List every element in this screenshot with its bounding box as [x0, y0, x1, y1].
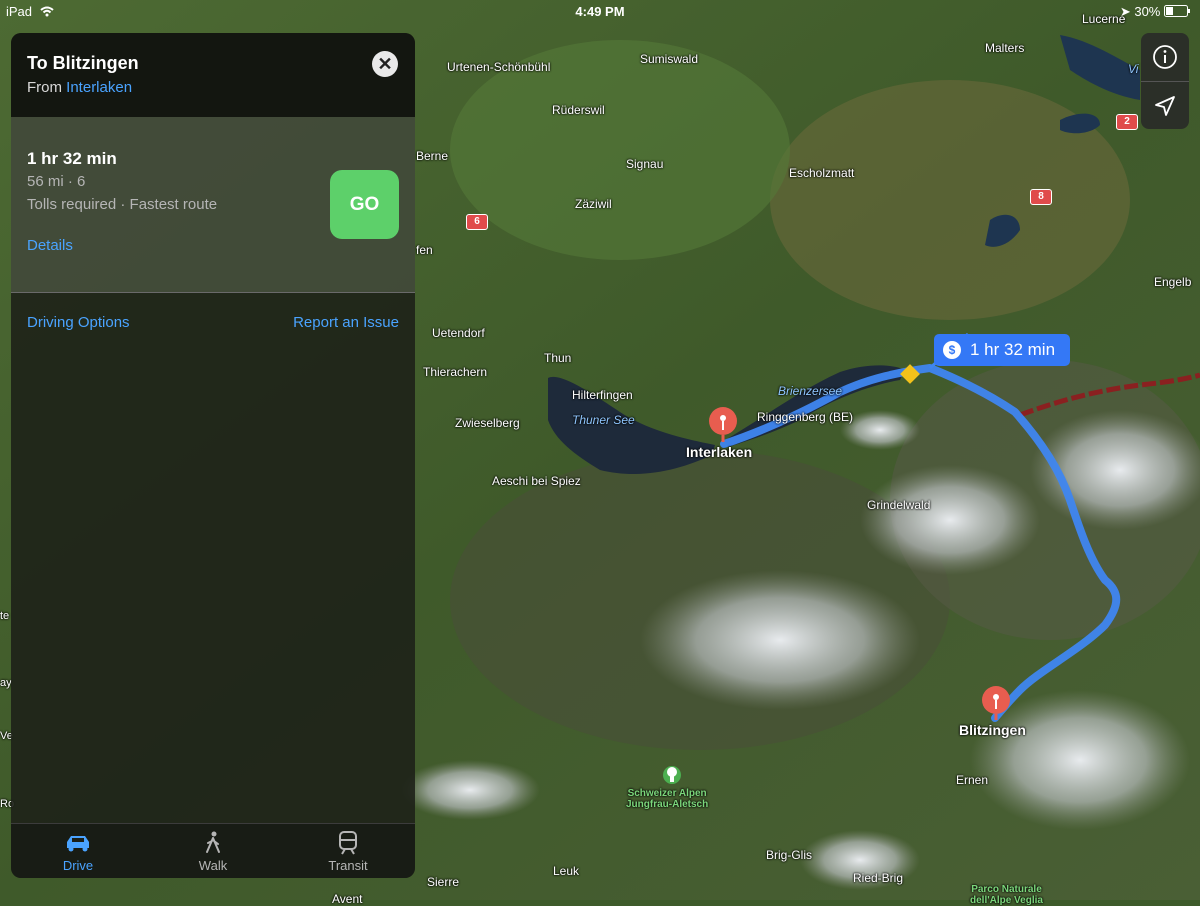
place-label: Signau [626, 157, 664, 171]
route-notes: Tolls required · Fastest route [27, 196, 218, 213]
city-label-blitzingen[interactable]: Blitzingen [959, 722, 1026, 738]
tab-drive[interactable]: Drive [11, 830, 145, 873]
route-callout-label: 1 hr 32 min [970, 340, 1056, 359]
train-icon [339, 831, 357, 855]
water-label: Vi [1128, 62, 1139, 76]
directions-header: To Blitzingen From Interlaken ✕ [11, 33, 415, 117]
close-icon: ✕ [377, 54, 393, 74]
transport-mode-tabs: Drive Walk Transit [11, 823, 415, 878]
info-icon [1153, 45, 1177, 69]
place-label-fragment: te [0, 610, 10, 622]
route-time-callout[interactable]: $ 1 hr 32 min [934, 334, 1070, 366]
walk-icon [206, 831, 220, 853]
place-label: Ernen [956, 773, 989, 787]
place-label: Malters [985, 41, 1025, 55]
place-label: Grindelwald [867, 498, 931, 512]
place-label: Leuk [553, 864, 580, 878]
place-label-fragment: ay [0, 677, 12, 689]
place-label: Thierachern [423, 365, 488, 379]
status-bar: iPad 4:49 PM ➤ 30% [0, 0, 1200, 22]
location-arrow-icon [1155, 96, 1175, 116]
route-duration: 1 hr 32 min [27, 149, 117, 168]
directions-panel: To Blitzingen From Interlaken ✕ 1 hr 32 … [11, 33, 415, 878]
destination-title: To Blitzingen [27, 53, 139, 73]
road-shield: 8 [1030, 189, 1052, 205]
go-button[interactable]: GO [330, 170, 399, 239]
tab-walk[interactable]: Walk [146, 830, 280, 873]
clock: 4:49 PM [575, 4, 625, 19]
place-label: Thun [544, 351, 572, 365]
locate-button[interactable] [1141, 82, 1189, 130]
info-button[interactable] [1141, 33, 1189, 81]
park-tree-icon [663, 766, 681, 784]
place-label: Ringgenberg (BE) [757, 410, 854, 424]
car-icon [67, 836, 89, 852]
close-button[interactable]: ✕ [372, 51, 398, 77]
place-label: Urtenen-Schönbühl [447, 60, 551, 74]
place-label: Hilterfingen [572, 388, 633, 402]
route-option[interactable]: 1 hr 32 min 56 mi · 6 Tolls required · F… [11, 117, 415, 293]
place-label-fragment: fen [416, 243, 433, 257]
place-label: Zäziwil [575, 197, 612, 211]
from-label: From [27, 79, 62, 96]
place-label: Berne [416, 149, 449, 163]
park-label: Parco Naturale dell'Alpe Veglia [970, 884, 1043, 906]
place-label: Rüderswil [552, 103, 605, 117]
city-label-interlaken[interactable]: Interlaken [686, 444, 752, 460]
place-label: Engelb [1154, 275, 1192, 289]
battery-icon [1164, 5, 1190, 17]
road-shield: 2 [1116, 114, 1138, 130]
battery-status: ➤ 30% [1120, 4, 1192, 20]
origin-link[interactable]: Interlaken [66, 79, 132, 96]
driving-options-link[interactable]: Driving Options [27, 314, 130, 331]
route-distance: 56 mi · 6 [27, 173, 86, 190]
road-shield: 6 [466, 214, 488, 230]
place-label: Brig-Glis [766, 848, 813, 862]
place-label: Avent [332, 892, 363, 906]
report-issue-link[interactable]: Report an Issue [293, 314, 399, 331]
water-label: Thuner See [572, 413, 635, 427]
toll-dollar-icon: $ [943, 341, 961, 359]
place-label: Sierre [427, 875, 460, 889]
map-controls [1141, 33, 1189, 129]
divider [11, 292, 415, 293]
place-label: Escholzmatt [789, 166, 855, 180]
place-label: Ried-Brig [853, 871, 904, 885]
park-label: Schweizer Alpen Jungfrau-Aletsch [626, 788, 709, 810]
tab-transit[interactable]: Transit [281, 830, 415, 873]
details-link[interactable]: Details [27, 237, 73, 254]
place-label: Sumiswald [640, 52, 699, 66]
place-label: Zwieselberg [455, 416, 520, 430]
place-label: Aeschi bei Spiez [492, 474, 581, 488]
location-arrow-icon: ➤ [1119, 4, 1131, 19]
water-label: Brienzersee [778, 384, 843, 398]
place-label: Uetendorf [432, 326, 485, 340]
origin-line: From Interlaken [27, 79, 132, 96]
